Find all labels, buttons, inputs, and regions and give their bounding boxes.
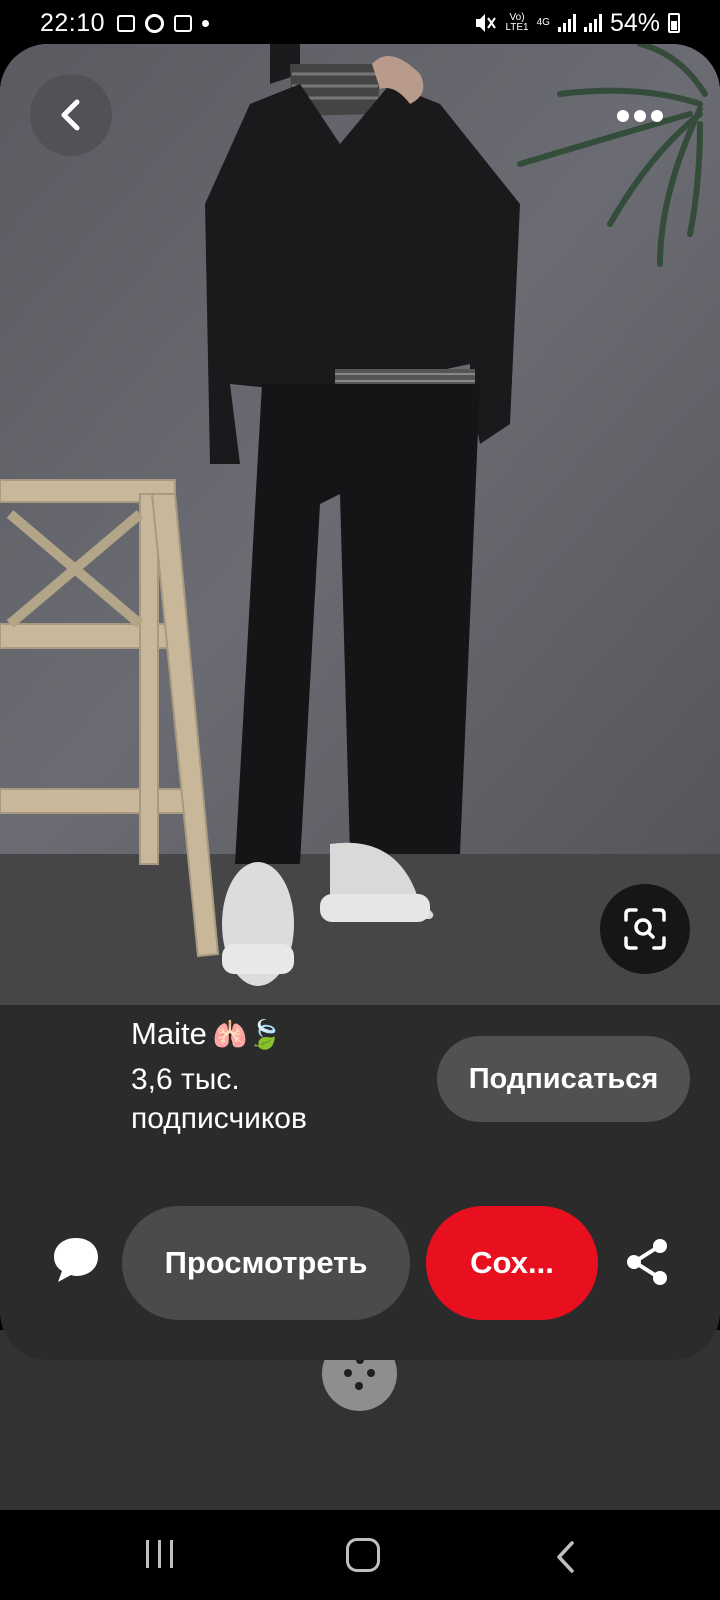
comment-button[interactable] bbox=[50, 1234, 102, 1286]
recent-apps-icon[interactable] bbox=[146, 1540, 173, 1568]
pin-card: Maite 🫁🍃 3,6 тыс. подписчиков Подписатьс… bbox=[0, 44, 720, 1360]
more-options-button[interactable] bbox=[600, 96, 680, 136]
signal-icon bbox=[583, 14, 602, 32]
view-button[interactable]: Просмотреть bbox=[122, 1206, 410, 1320]
visual-search-button[interactable] bbox=[600, 884, 690, 974]
signal-icon bbox=[557, 14, 576, 32]
outfit-photo bbox=[0, 44, 720, 1005]
system-navigation-bar bbox=[0, 1510, 720, 1600]
more-horizontal-icon bbox=[617, 110, 663, 122]
author-emoji: 🫁🍃 bbox=[212, 1018, 283, 1050]
mute-icon bbox=[476, 14, 497, 32]
dot-icon bbox=[202, 19, 210, 27]
chevron-left-icon bbox=[61, 99, 80, 131]
image-icon bbox=[117, 14, 136, 32]
network-type: 4G bbox=[536, 17, 550, 28]
lens-search-icon bbox=[624, 908, 666, 950]
author-name[interactable]: Maite 🫁🍃 bbox=[131, 1016, 283, 1052]
pin-image[interactable] bbox=[0, 44, 720, 1005]
home-icon[interactable] bbox=[346, 1538, 380, 1572]
volte-indicator: Vo) LTE1 bbox=[505, 13, 528, 33]
save-button[interactable]: Сох... bbox=[426, 1206, 598, 1320]
status-time: 22:10 bbox=[40, 8, 106, 37]
author-name-text: Maite bbox=[131, 1016, 207, 1051]
back-nav-icon[interactable] bbox=[554, 1540, 578, 1574]
follower-count: 3,6 тыс. подписчиков bbox=[131, 1063, 307, 1135]
status-bar: 22:10 Vo) LTE1 4G 54% bbox=[0, 0, 720, 46]
comment-icon bbox=[54, 1238, 98, 1282]
notification-icons bbox=[117, 13, 210, 33]
back-button[interactable] bbox=[30, 74, 112, 156]
system-icons: Vo) LTE1 4G 54% bbox=[473, 9, 680, 38]
battery-icon bbox=[668, 13, 680, 33]
share-button[interactable] bbox=[622, 1236, 674, 1288]
calendar-icon bbox=[174, 14, 193, 32]
follow-button[interactable]: Подписаться bbox=[437, 1036, 690, 1122]
lte-label: LTE1 bbox=[505, 22, 529, 33]
battery-percent: 54% bbox=[609, 8, 660, 37]
share-icon bbox=[627, 1239, 667, 1285]
chrome-icon bbox=[145, 13, 165, 33]
